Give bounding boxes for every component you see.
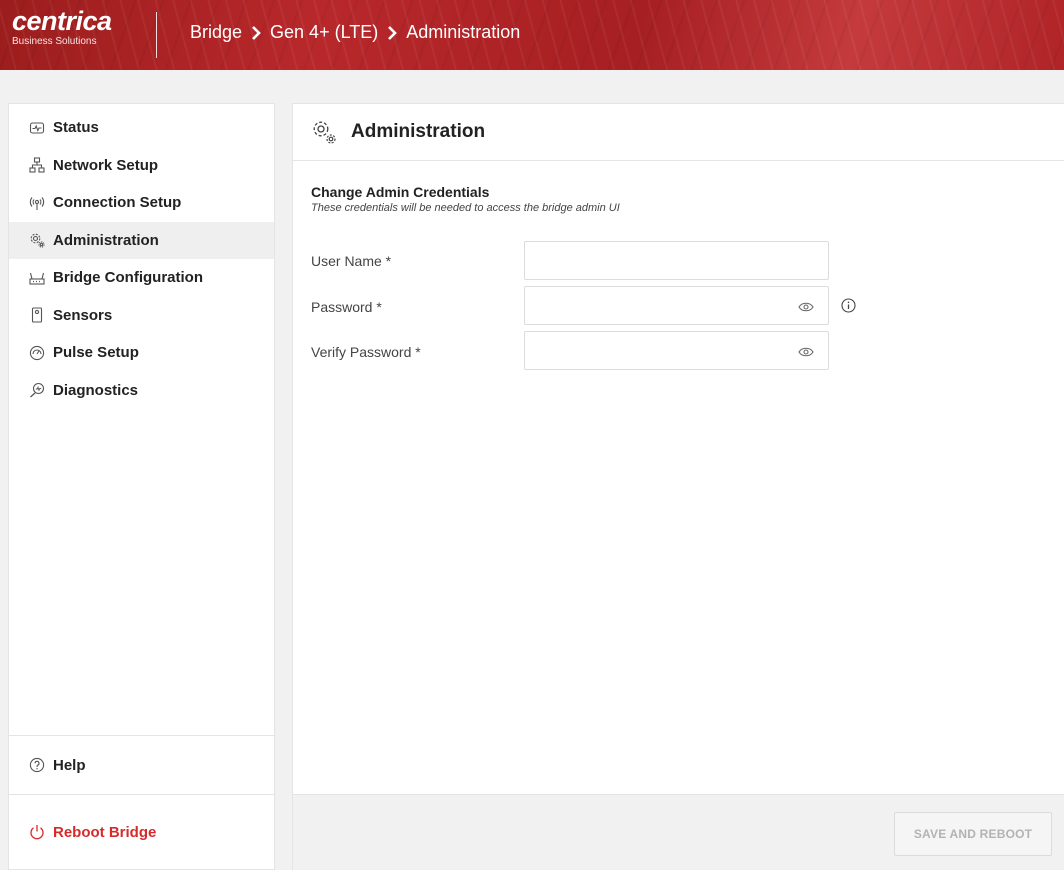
sidebar-divider (9, 794, 274, 795)
centrica-logo[interactable]: centrica Business Solutions (12, 8, 112, 48)
chevron-right-icon (387, 25, 398, 40)
gauge-icon (29, 345, 45, 361)
sidebar-nav: Status Network Setup Connection Setup Ad… (9, 109, 274, 409)
banner-texture (0, 0, 1064, 70)
gears-icon (29, 232, 45, 248)
header-divider (156, 12, 157, 58)
antenna-icon (29, 195, 45, 211)
router-icon (29, 270, 45, 286)
chevron-right-icon (251, 25, 261, 40)
breadcrumb-item-bridge[interactable]: Bridge (190, 22, 242, 43)
sidebar-item-label: Bridge Configuration (53, 269, 203, 287)
show-password-icon[interactable] (798, 345, 814, 357)
help-label: Help (53, 756, 86, 774)
logo-subtitle: Business Solutions (12, 36, 97, 47)
sidebar-item-sensors[interactable]: Sensors (9, 297, 274, 335)
sidebar-item-bridge-configuration[interactable]: Bridge Configuration (9, 259, 274, 297)
magnifier-icon (29, 382, 45, 398)
show-password-icon[interactable] (798, 300, 814, 312)
sidebar: Status Network Setup Connection Setup Ad… (8, 103, 275, 870)
password-field[interactable] (524, 286, 829, 325)
sidebar-item-label: Sensors (53, 306, 113, 324)
sidebar-item-label: Pulse Setup (53, 344, 139, 362)
network-icon (29, 157, 45, 173)
sidebar-item-diagnostics[interactable]: Diagnostics (9, 372, 274, 410)
help-icon (29, 757, 45, 773)
sidebar-item-label: Status (53, 119, 99, 137)
panel-header: Administration (293, 104, 1064, 161)
main-panel: Administration Change Admin Credentials … (292, 103, 1064, 870)
power-icon (29, 824, 45, 840)
sidebar-item-status[interactable]: Status (9, 109, 274, 147)
section-title: Change Admin Credentials (311, 184, 490, 200)
reboot-bridge-button[interactable]: Reboot Bridge (9, 815, 274, 849)
gears-icon (311, 119, 337, 145)
sidebar-item-connection-setup[interactable]: Connection Setup (9, 184, 274, 222)
sidebar-divider (9, 735, 274, 736)
username-field[interactable] (524, 241, 829, 280)
sidebar-item-administration[interactable]: Administration (9, 221, 274, 259)
sidebar-item-label: Diagnostics (53, 381, 139, 399)
username-label: User Name * (311, 253, 392, 269)
password-label: Password * (311, 299, 382, 315)
logo-wordmark: centrica (12, 6, 112, 36)
top-banner: centrica Business Solutions Bridge Gen 4… (0, 0, 1064, 70)
sidebar-item-label: Administration (53, 231, 159, 249)
panel-footer: SAVE AND REBOOT (293, 794, 1064, 870)
save-and-reboot-button[interactable]: SAVE AND REBOOT (894, 812, 1052, 856)
page-title: Administration (351, 121, 486, 142)
sidebar-item-label: Connection Setup (53, 194, 182, 212)
breadcrumb-item-current: Administration (406, 22, 521, 42)
reboot-label: Reboot Bridge (53, 823, 157, 841)
sensor-icon (29, 307, 45, 323)
sidebar-item-label: Network Setup (53, 156, 159, 174)
sidebar-item-pulse-setup[interactable]: Pulse Setup (9, 334, 274, 372)
status-icon (29, 120, 45, 136)
section-subtitle: These credentials will be needed to acce… (311, 202, 620, 214)
breadcrumb: Bridge Gen 4+ (LTE) Administration (190, 22, 520, 43)
verify-password-label: Verify Password * (311, 344, 421, 360)
sidebar-item-help[interactable]: Help (9, 748, 274, 782)
info-icon[interactable] (841, 298, 856, 313)
sidebar-item-network-setup[interactable]: Network Setup (9, 147, 274, 185)
breadcrumb-item-device[interactable]: Gen 4+ (LTE) (270, 22, 378, 43)
verify-password-field[interactable] (524, 331, 829, 370)
